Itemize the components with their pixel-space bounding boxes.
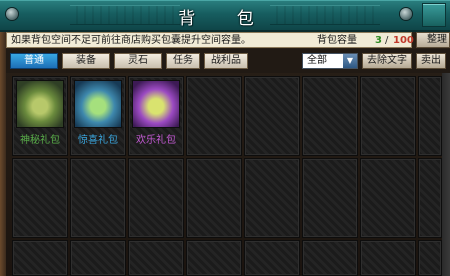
inventory-slot-20[interactable] bbox=[186, 240, 242, 276]
inventory-slot-24[interactable] bbox=[418, 240, 442, 276]
tab-loot[interactable]: 战利品 bbox=[204, 53, 248, 69]
filter-selected-value: 全部 bbox=[307, 55, 327, 66]
inventory-slot-21[interactable] bbox=[244, 240, 300, 276]
inventory-slot-19[interactable] bbox=[128, 240, 184, 276]
inventory-slot-1[interactable]: 神秘礼包 bbox=[12, 76, 68, 156]
inventory-slot-3[interactable]: 欢乐礼包 bbox=[128, 76, 184, 156]
inventory-slot-5[interactable] bbox=[244, 76, 300, 156]
inventory-slot-10[interactable] bbox=[70, 158, 126, 238]
item-name: 惊喜礼包 bbox=[78, 135, 118, 146]
gift-bag-icon bbox=[132, 80, 180, 128]
capacity-hint: 如果背包空间不足可前往商店购买包囊提升空间容量。 bbox=[11, 35, 251, 46]
inventory-window: 背 包 如果背包空间不足可前往商店购买包囊提升空间容量。 背包容量 3 / 10… bbox=[0, 0, 450, 276]
filter-select[interactable]: 全部 ▼ bbox=[302, 53, 358, 69]
item-name: 欢乐礼包 bbox=[136, 135, 176, 146]
inventory-grid: 神秘礼包 惊喜礼包 欢乐礼包 bbox=[12, 76, 450, 276]
inventory-slot-11[interactable] bbox=[128, 158, 184, 238]
inventory-slot-4[interactable] bbox=[186, 76, 242, 156]
chevron-down-icon[interactable]: ▼ bbox=[343, 54, 357, 68]
inventory-slot-12[interactable] bbox=[186, 158, 242, 238]
inventory-slot-8[interactable] bbox=[418, 76, 442, 156]
capacity-separator: / bbox=[385, 35, 389, 46]
gift-bag-icon bbox=[16, 80, 64, 128]
inventory-slot-18[interactable] bbox=[70, 240, 126, 276]
remove-text-button[interactable]: 去除文字 bbox=[362, 53, 412, 69]
rivet-icon bbox=[400, 8, 412, 20]
gift-bag-icon bbox=[74, 80, 122, 128]
info-bar: 如果背包空间不足可前往商店购买包囊提升空间容量。 背包容量 3 / 100 bbox=[6, 32, 414, 48]
inventory-slot-7[interactable] bbox=[360, 76, 416, 156]
sort-button[interactable]: 整理 bbox=[416, 32, 450, 48]
tab-spirit-stone[interactable]: 灵石 bbox=[114, 53, 162, 69]
item-name: 神秘礼包 bbox=[20, 135, 60, 146]
sell-button[interactable]: 卖出 bbox=[416, 53, 446, 69]
capacity-used: 3 bbox=[375, 35, 382, 46]
right-frame bbox=[442, 73, 450, 276]
inventory-slot-9[interactable] bbox=[12, 158, 68, 238]
inventory-slot-14[interactable] bbox=[302, 158, 358, 238]
tab-normal[interactable]: 普通 bbox=[10, 53, 58, 69]
capacity-label: 背包容量 bbox=[317, 35, 357, 46]
inventory-slot-22[interactable] bbox=[302, 240, 358, 276]
inventory-slot-17[interactable] bbox=[12, 240, 68, 276]
inventory-slot-13[interactable] bbox=[244, 158, 300, 238]
inventory-slot-2[interactable]: 惊喜礼包 bbox=[70, 76, 126, 156]
tab-equipment[interactable]: 装备 bbox=[62, 53, 110, 69]
tab-quest[interactable]: 任务 bbox=[166, 53, 200, 69]
capacity-total: 100 bbox=[393, 35, 414, 46]
tab-bar: 普通 装备 灵石 任务 战利品 全部 ▼ 去除文字 卖出 bbox=[6, 49, 450, 73]
inventory-slot-23[interactable] bbox=[360, 240, 416, 276]
title-bar[interactable]: 背 包 bbox=[0, 0, 450, 32]
window-title: 背 包 bbox=[178, 9, 272, 29]
inventory-slot-6[interactable] bbox=[302, 76, 358, 156]
inventory-slot-15[interactable] bbox=[360, 158, 416, 238]
close-button[interactable] bbox=[422, 3, 446, 27]
inventory-slot-16[interactable] bbox=[418, 158, 442, 238]
